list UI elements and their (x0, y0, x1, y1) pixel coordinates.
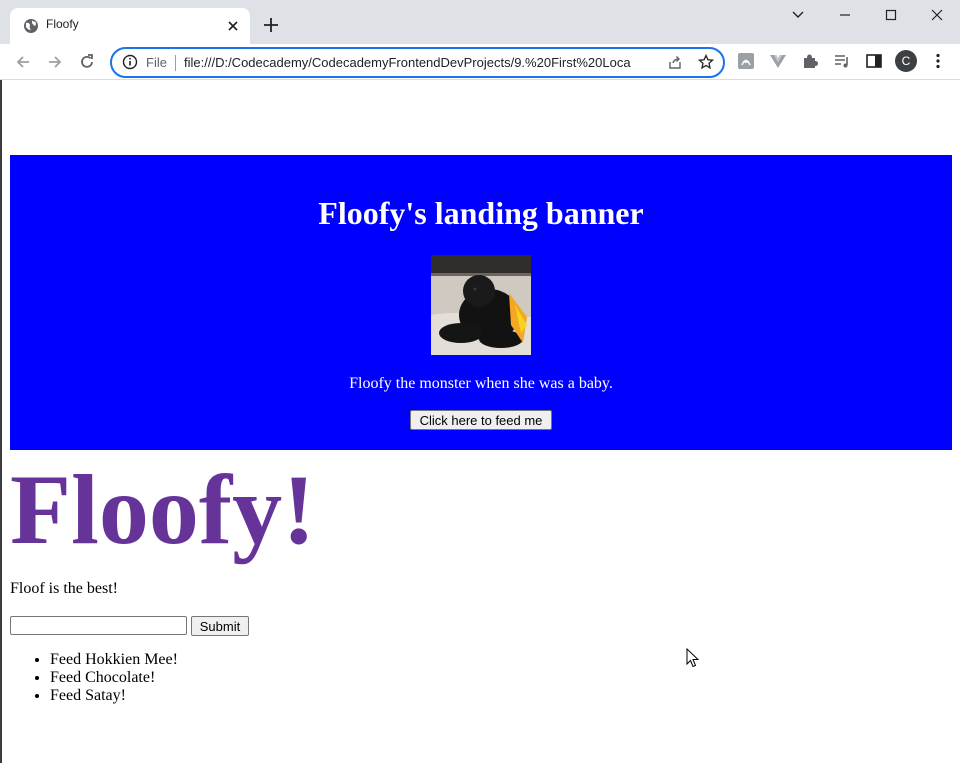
chevron-down-icon (792, 11, 804, 18)
tagline: Floof is the best! (10, 580, 118, 597)
address-url[interactable]: file:///D:/Codecademy/CodecademyFrontend… (184, 55, 659, 70)
window-left-border (0, 80, 2, 763)
submit-button[interactable]: Submit (191, 616, 249, 636)
window-close-button[interactable] (914, 0, 960, 32)
share-icon[interactable] (667, 54, 683, 70)
minimize-icon (840, 14, 850, 16)
text-input[interactable] (10, 616, 187, 635)
browser-tab[interactable]: Floofy (10, 8, 250, 44)
puzzle-icon[interactable] (801, 52, 819, 70)
tab-search-button[interactable] (775, 0, 821, 32)
close-icon[interactable] (226, 19, 240, 33)
minimize-button[interactable] (822, 0, 868, 32)
plus-icon[interactable] (262, 16, 280, 34)
back-icon[interactable] (14, 53, 32, 71)
globe-icon (24, 19, 38, 33)
feed-me-button[interactable]: Click here to feed me (410, 410, 552, 430)
tab-title: Floofy (46, 17, 79, 31)
list-item: Feed Satay! (50, 687, 178, 705)
list-item: Feed Chocolate! (50, 669, 178, 687)
pdf-extension-icon[interactable] (737, 52, 755, 70)
media-icon[interactable] (833, 52, 851, 70)
list-item: Feed Hokkien Mee! (50, 651, 178, 669)
maximize-icon (885, 9, 897, 21)
vue-extension-icon[interactable] (769, 52, 787, 70)
browser-toolbar: File file:///D:/Codecademy/CodecademyFro… (0, 44, 960, 80)
address-scheme-label: File (146, 55, 167, 70)
landing-banner: Floofy's landing banner Floofy the monst… (10, 155, 952, 450)
page-viewport: Floofy's landing banner Floofy the monst… (0, 80, 960, 763)
star-icon[interactable] (698, 54, 714, 70)
address-bar[interactable]: File file:///D:/Codecademy/CodecademyFro… (110, 47, 725, 78)
reload-icon[interactable] (78, 53, 96, 71)
banner-title: Floofy's landing banner (318, 195, 644, 231)
maximize-button[interactable] (868, 0, 914, 32)
mouse-cursor-icon (686, 648, 700, 668)
window-close-icon (931, 9, 943, 21)
address-separator (175, 55, 176, 71)
profile-avatar[interactable]: C (895, 50, 917, 72)
more-vert-icon[interactable] (929, 52, 947, 70)
floofy-photo (431, 255, 531, 355)
browser-titlebar: Floofy (0, 0, 960, 44)
banner-caption: Floofy the monster when she was a baby. (349, 375, 613, 392)
page-heading: Floofy! (10, 454, 316, 565)
feed-list: Feed Hokkien Mee! Feed Chocolate! Feed S… (10, 651, 178, 705)
info-icon[interactable] (122, 54, 138, 70)
side-panel-icon[interactable] (865, 52, 883, 70)
forward-icon[interactable] (46, 53, 64, 71)
